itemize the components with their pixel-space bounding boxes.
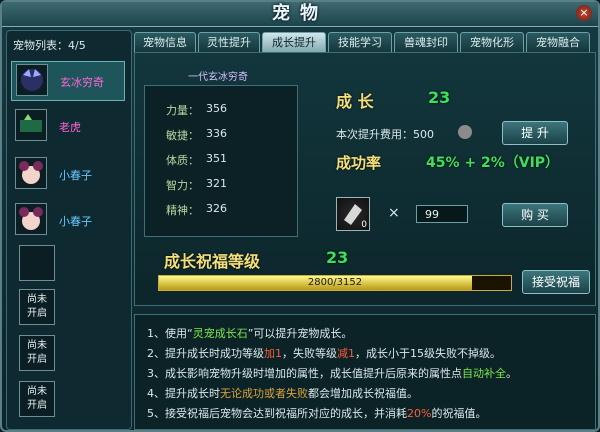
pet-list-item[interactable]: 老虎 <box>11 107 123 145</box>
growth-value: 23 <box>428 88 451 107</box>
upgrade-button[interactable]: 提 升 <box>502 121 568 145</box>
tab-pet-fusion[interactable]: 宠物融合 <box>526 32 590 54</box>
stat-label: 体质： <box>166 154 199 167</box>
quantity-input[interactable]: 99 <box>416 205 468 223</box>
pet-name: 小春子 <box>59 169 92 182</box>
accept-blessing-button[interactable]: 接受祝福 <box>522 270 590 294</box>
tab-spirit-upgrade[interactable]: 灵性提升 <box>198 32 260 54</box>
pet-list-item[interactable]: 小春子 <box>11 201 123 239</box>
tab-skill-learning[interactable]: 技能学习 <box>328 32 392 54</box>
pet-window: 宠物 × 宠物列表：4/5 玄冰穷奇 老虎 小春子 小春子 尚未 开启 尚未 开… <box>0 0 600 432</box>
tab-soul-seal[interactable]: 兽魂封印 <box>394 32 458 54</box>
stat-value: 326 <box>206 202 227 215</box>
locked-slot: 尚未 开启 <box>19 335 55 371</box>
close-icon[interactable]: × <box>576 5 592 21</box>
stat-label: 智力： <box>166 179 199 192</box>
pet-avatar-icon <box>15 203 47 235</box>
blessing-label: 成长祝福等级 <box>164 252 261 271</box>
pet-title: 一代玄冰穷奇 <box>188 72 248 83</box>
rule-5: 5、接受祝福后宠物会达到祝福所对应的成长，并消耗20%的祝福值。 <box>147 407 487 420</box>
item-count: 0 <box>361 220 367 230</box>
stat-value: 321 <box>206 177 227 190</box>
success-rate-value: 45% + 2%（VIP） <box>426 155 560 171</box>
stat-value: 336 <box>206 127 227 140</box>
pet-avatar-icon <box>16 64 48 96</box>
rule-1: 1、使用“灵宠成长石”可以提升宠物成长。 <box>147 327 353 340</box>
upgrade-cost: 本次提升费用：500 <box>336 128 434 141</box>
blessing-level: 23 <box>326 248 349 267</box>
pet-list-panel: 宠物列表：4/5 玄冰穷奇 老虎 小春子 小春子 尚未 开启 尚未 开启 尚未 … <box>6 30 132 430</box>
stat-label: 敏捷： <box>166 129 199 142</box>
blessing-progress-text: 2800/3152 <box>307 277 363 288</box>
growth-label: 成 长 <box>336 92 374 111</box>
empty-pet-slot[interactable] <box>19 245 55 281</box>
coin-icon <box>458 125 472 139</box>
pet-name: 老虎 <box>59 121 81 134</box>
growth-stone-item[interactable]: 0 <box>336 197 370 231</box>
success-rate-label: 成功率 <box>336 154 382 172</box>
tab-pet-transform[interactable]: 宠物化形 <box>460 32 524 54</box>
pet-avatar-icon <box>15 157 47 189</box>
pet-name: 玄冰穷奇 <box>60 76 104 89</box>
locked-slot: 尚未 开启 <box>19 289 55 325</box>
stat-label: 精神： <box>166 204 199 217</box>
pet-list-item[interactable]: 玄冰穷奇 <box>11 61 125 101</box>
pet-list-item[interactable]: 小春子 <box>11 155 123 193</box>
rule-3: 3、成长影响宠物升级时增加的属性，成长值提升后原来的属性点自动补全。 <box>147 367 517 380</box>
rule-4: 4、提升成长时无论成功或者失败都会增加成长祝福值。 <box>147 387 418 400</box>
stat-label: 力量： <box>166 104 199 117</box>
blessing-progress-bar: 2800/3152 <box>158 275 512 291</box>
locked-slot: 尚未 开启 <box>19 381 55 417</box>
rule-2: 2、提升成长时成功等级加1，失败等级减1，成长小于15级失败不掉级。 <box>147 347 501 360</box>
tab-pet-info[interactable]: 宠物信息 <box>134 32 196 54</box>
buy-button[interactable]: 购 买 <box>502 203 568 227</box>
stat-value: 351 <box>206 152 227 165</box>
multiply-sign: × <box>388 205 400 221</box>
stat-value: 356 <box>206 102 227 115</box>
pet-list-title: 宠物列表：4/5 <box>13 39 86 52</box>
title-bar[interactable]: 宠物 × <box>2 2 598 27</box>
pet-avatar-icon <box>15 109 47 141</box>
tab-growth-upgrade[interactable]: 成长提升 <box>262 32 326 54</box>
pet-name: 小春子 <box>59 215 92 228</box>
rules-panel: 1、使用“灵宠成长石”可以提升宠物成长。 2、提升成长时成功等级加1，失败等级减… <box>134 314 596 430</box>
window-title: 宠物 <box>272 3 328 24</box>
